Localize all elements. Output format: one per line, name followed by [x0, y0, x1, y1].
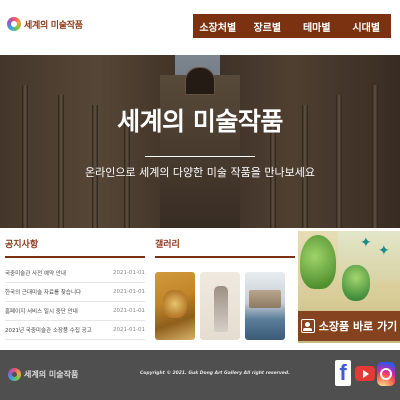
site-footer: 세계의 미술작품 Copyright © 2021. Guk Dong Art … [0, 350, 400, 400]
site-logo[interactable]: 세계의 미술작품 [7, 17, 83, 31]
collection-promo[interactable]: ✦ ✦ 소장품 바로 가기 [298, 231, 400, 343]
notice-item-date: 2021-01-01 [113, 270, 145, 276]
gallery-thumbnail-sculpture[interactable] [200, 272, 240, 340]
hero-banner: 세계의 미술작품 온라인으로 세계의 다양한 미술 작품을 만나보세요 [0, 55, 400, 228]
nav-item-genre[interactable]: 장르별 [243, 14, 293, 38]
notice-item-date: 2021-01-01 [113, 289, 145, 295]
promo-tree [300, 235, 336, 289]
site-header: 세계의 미술작품 소장처별 장르별 테마별 시대별 [0, 0, 400, 55]
hero-title: 세계의 미술작품 [117, 107, 283, 136]
bird-icon: ✦ [378, 243, 390, 259]
copyright-text: Copyright © 2021. Guk Dong Art Gallery A… [140, 371, 290, 376]
hero-subtitle: 온라인으로 세계의 다양한 미술 작품을 만나보세요 [84, 166, 315, 179]
logo-text: 세계의 미술작품 [24, 20, 83, 31]
nav-item-theme[interactable]: 테마별 [292, 14, 342, 38]
notice-item-title: 국중미술관 사전 예약 안내 [5, 271, 66, 277]
gallery-thumbnails [155, 272, 295, 340]
notice-section: 공지사항 국중미술관 사전 예약 안내 2021-01-01 한국의 근대미술 … [5, 237, 145, 340]
main-nav: 소장처별 장르별 테마별 시대별 [193, 14, 391, 38]
notice-item-date: 2021-01-01 [113, 308, 145, 314]
collection-shortcut-button[interactable]: 소장품 바로 가기 [298, 311, 400, 341]
facebook-icon[interactable]: f [335, 360, 351, 386]
collection-shortcut-label: 소장품 바로 가기 [318, 320, 398, 333]
user-icon [300, 319, 315, 333]
instagram-icon[interactable] [377, 362, 395, 386]
notice-item[interactable]: 한국의 근대미술 자료를 찾습니다 2021-01-01 [5, 283, 145, 302]
hero-divider [145, 156, 255, 157]
notice-divider [5, 256, 145, 258]
notice-item[interactable]: 홈페이지 서비스 일시 중단 안내 2021-01-01 [5, 302, 145, 321]
notice-item[interactable]: 2021년 국중미술관 소장품 수집 공고 2021-01-01 [5, 321, 145, 340]
youtube-icon[interactable] [355, 366, 375, 381]
hero-shade [0, 55, 400, 228]
logo-icon [8, 368, 21, 381]
nav-item-collection[interactable]: 소장처별 [193, 14, 243, 38]
logo-icon [7, 17, 21, 31]
promo-figure [342, 265, 370, 301]
gallery-thumbnail-painting[interactable] [155, 272, 195, 340]
notice-item-title: 홈페이지 서비스 일시 중단 안내 [5, 309, 78, 315]
nav-item-era[interactable]: 시대별 [342, 14, 392, 38]
notice-list: 국중미술관 사전 예약 안내 2021-01-01 한국의 근대미술 자료를 찾… [5, 264, 145, 340]
notice-title[interactable]: 공지사항 [5, 237, 145, 250]
gallery-title[interactable]: 갤러리 [155, 237, 295, 250]
notice-item-date: 2021-01-01 [113, 327, 145, 333]
gallery-thumbnail-landscape[interactable] [245, 272, 285, 340]
gallery-divider [155, 256, 295, 258]
bird-icon: ✦ [360, 235, 372, 251]
notice-item[interactable]: 국중미술관 사전 예약 안내 2021-01-01 [5, 264, 145, 283]
footer-logo[interactable]: 세계의 미술작품 [8, 368, 78, 381]
notice-item-title: 한국의 근대미술 자료를 찾습니다 [5, 290, 82, 296]
gallery-section: 갤러리 [155, 237, 295, 340]
notice-item-title: 2021년 국중미술관 소장품 수집 공고 [5, 328, 92, 334]
footer-logo-text: 세계의 미술작품 [24, 370, 79, 379]
